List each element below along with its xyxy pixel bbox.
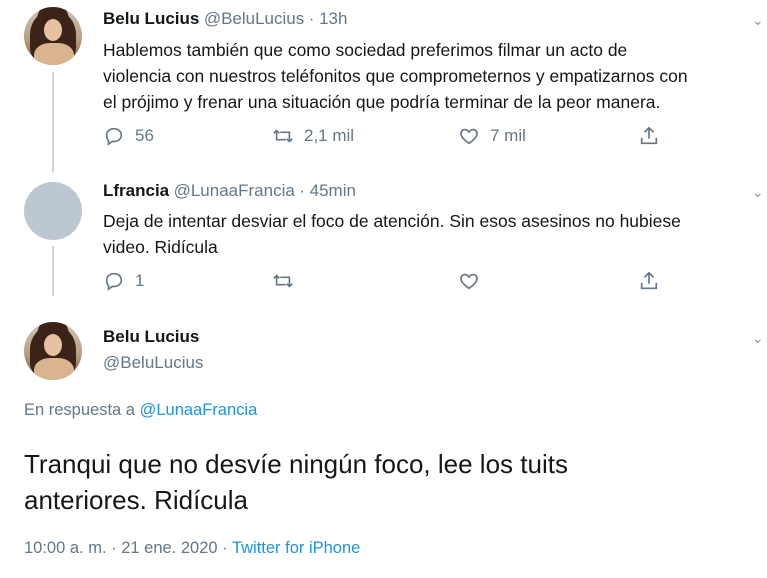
- retweet-count: 2,1 mil: [304, 126, 355, 145]
- user-name[interactable]: Lfrancia: [103, 181, 169, 200]
- avatar[interactable]: [24, 322, 82, 380]
- reply-to-link[interactable]: @LunaaFrancia: [140, 401, 258, 419]
- thread-line: [52, 72, 54, 172]
- tweet-header: Belu Lucius @BeluLucius: [103, 327, 203, 373]
- like-button[interactable]: [458, 270, 480, 292]
- reply-button[interactable]: 1: [103, 270, 144, 292]
- share-button[interactable]: [638, 270, 660, 292]
- reply-button[interactable]: 56: [103, 125, 154, 147]
- user-name[interactable]: Belu Lucius: [103, 327, 203, 347]
- share-button[interactable]: [638, 125, 660, 147]
- share-icon: [640, 271, 658, 290]
- tweet-text: Hablemos también que como sociedad prefe…: [103, 40, 688, 112]
- like-count: 7 mil: [490, 126, 526, 145]
- thread-line: [52, 246, 54, 296]
- retweet-button[interactable]: 2,1 mil: [272, 125, 354, 147]
- main-tweet-text: Tranqui que no desvíe ningún foco, lee l…: [24, 449, 568, 515]
- tweet-time[interactable]: · 13h: [309, 9, 348, 28]
- tweet-text: Deja de intentar desviar el foco de aten…: [103, 211, 681, 257]
- share-icon: [640, 126, 658, 145]
- like-button[interactable]: 7 mil: [458, 125, 526, 147]
- chevron-down-icon[interactable]: ⌄: [752, 184, 764, 201]
- like-icon: [460, 128, 478, 145]
- chevron-down-icon[interactable]: ⌄: [752, 12, 764, 29]
- user-handle[interactable]: @BeluLucius: [204, 9, 304, 28]
- tweet-header: Belu Lucius @BeluLucius · 13h: [103, 9, 347, 29]
- reply-prefix: En respuesta a: [24, 401, 135, 419]
- tweet-header: Lfrancia @LunaaFrancia · 45min: [103, 181, 356, 201]
- tweet-time[interactable]: · 45min: [299, 181, 356, 200]
- user-handle[interactable]: @BeluLucius: [103, 353, 203, 373]
- reply-icon: [105, 272, 123, 291]
- tweet-metadata: 10:00 a. m. · 21 ene. 2020 · Twitter for…: [24, 539, 360, 558]
- user-name[interactable]: Belu Lucius: [103, 9, 199, 28]
- reply-count: 1: [135, 271, 145, 290]
- retweet-icon: [273, 129, 293, 143]
- tweet-timestamp[interactable]: 10:00 a. m. · 21 ene. 2020 ·: [24, 539, 228, 557]
- tweet-source[interactable]: Twitter for iPhone: [232, 539, 360, 557]
- retweet-button[interactable]: [272, 270, 294, 292]
- like-icon: [460, 273, 478, 290]
- avatar[interactable]: [24, 7, 82, 65]
- user-handle[interactable]: @LunaaFrancia: [174, 181, 295, 200]
- retweet-icon: [273, 274, 293, 288]
- reply-icon: [105, 127, 123, 146]
- reply-context: En respuesta a @LunaaFrancia: [24, 401, 257, 420]
- reply-count: 56: [135, 126, 154, 145]
- chevron-down-icon[interactable]: ⌄: [752, 330, 764, 347]
- avatar[interactable]: [24, 182, 82, 240]
